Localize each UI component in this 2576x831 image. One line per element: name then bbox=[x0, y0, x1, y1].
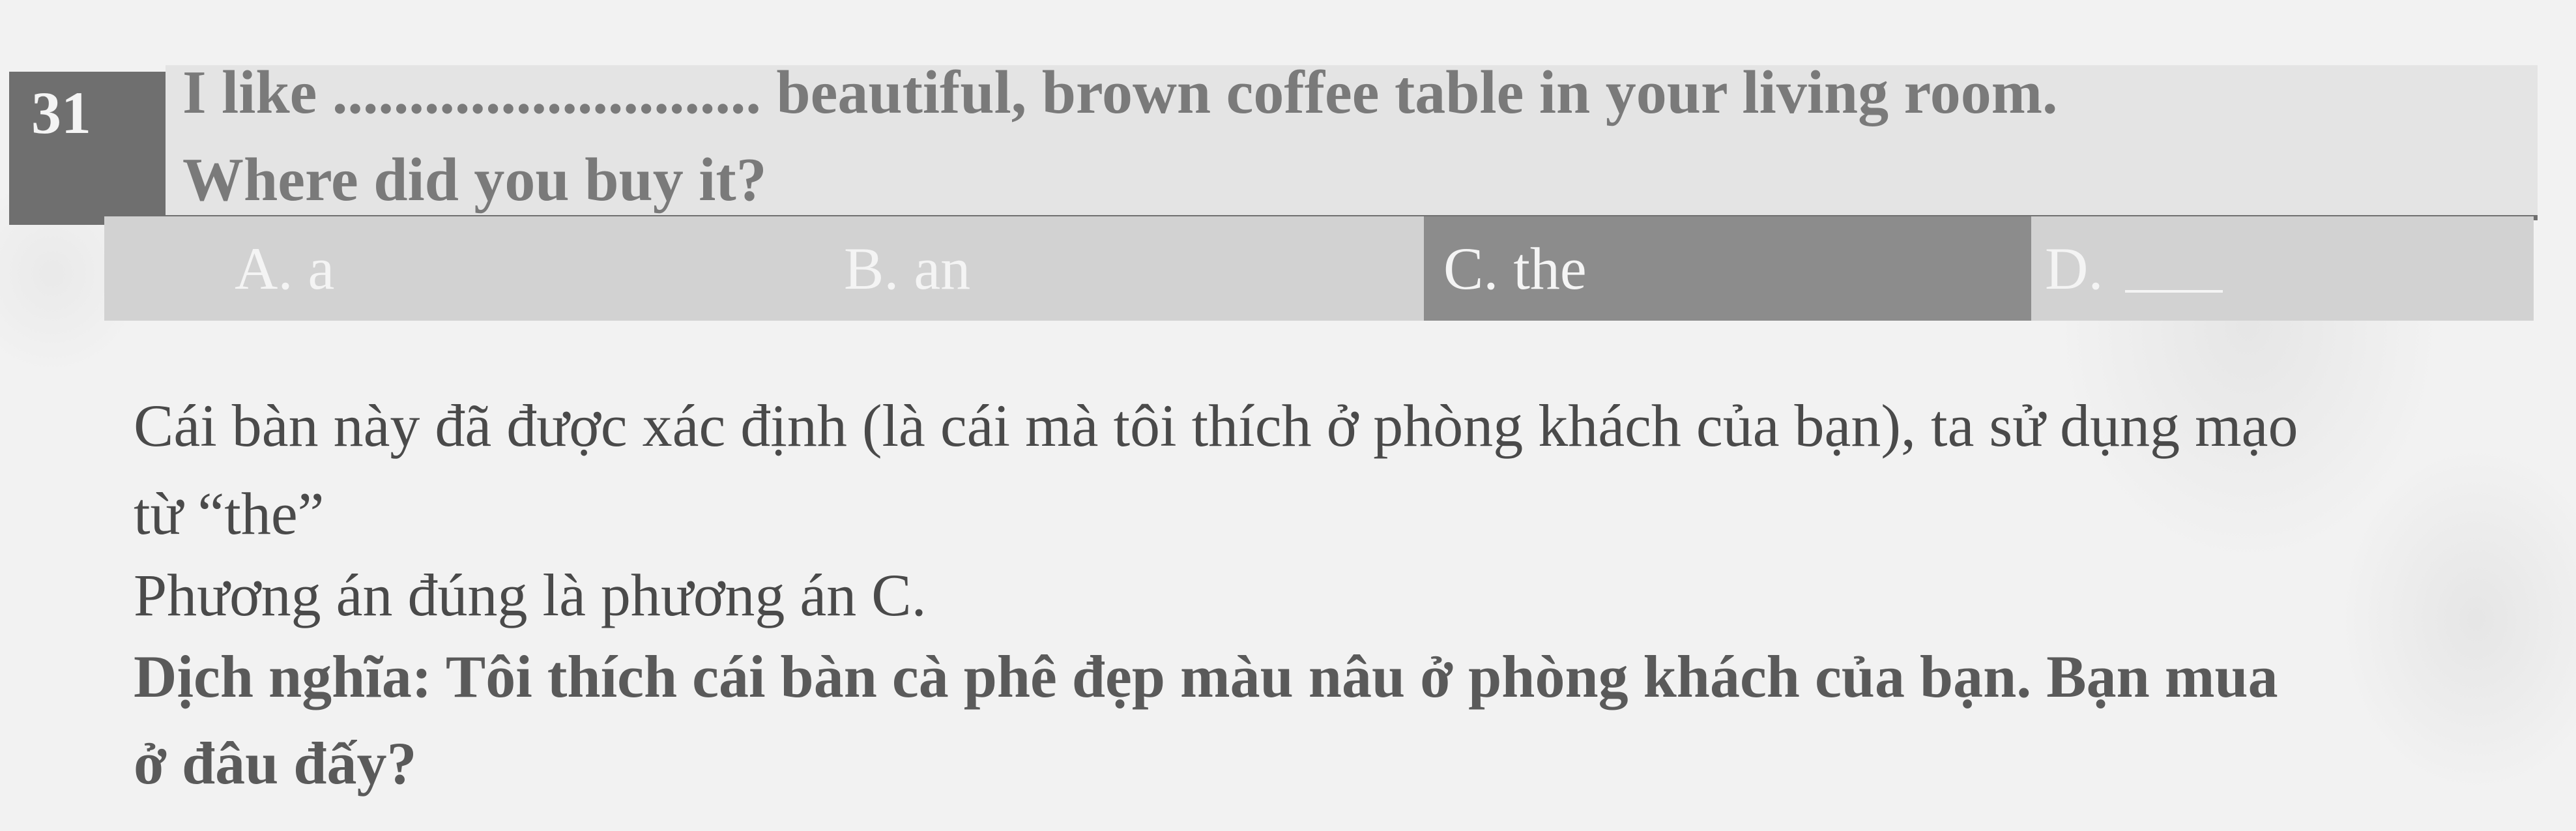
option-a: A. a bbox=[235, 235, 335, 302]
question-number-badge: 31 bbox=[9, 72, 166, 225]
option-c-highlighted: C. the bbox=[1424, 216, 2031, 321]
document-page: 31 I like ............................ b… bbox=[0, 0, 2576, 831]
explanation-line-2: từ “the” bbox=[134, 480, 325, 547]
question-text-line-1: I like ............................ beau… bbox=[182, 59, 2058, 126]
option-d-blank bbox=[2125, 244, 2223, 293]
question-number: 31 bbox=[31, 80, 91, 146]
explanation-answer-line: Phương án đúng là phương án C. bbox=[134, 562, 927, 628]
option-b: B. an bbox=[844, 235, 971, 302]
question-text-line-2: Where did you buy it? bbox=[182, 146, 767, 214]
answer-options-bar: A. a B. an C. the D. bbox=[104, 216, 2534, 321]
option-d: D. bbox=[2045, 216, 2223, 321]
translation-line-1: Dịch nghĩa: Tôi thích cái bàn cà phê đẹp… bbox=[134, 643, 2278, 710]
option-d-label: D. bbox=[2045, 235, 2104, 302]
translation-line-2: ở đâu đấy? bbox=[134, 730, 417, 796]
explanation-line-1: Cái bàn này đã được xác định (là cái mà … bbox=[134, 392, 2298, 459]
